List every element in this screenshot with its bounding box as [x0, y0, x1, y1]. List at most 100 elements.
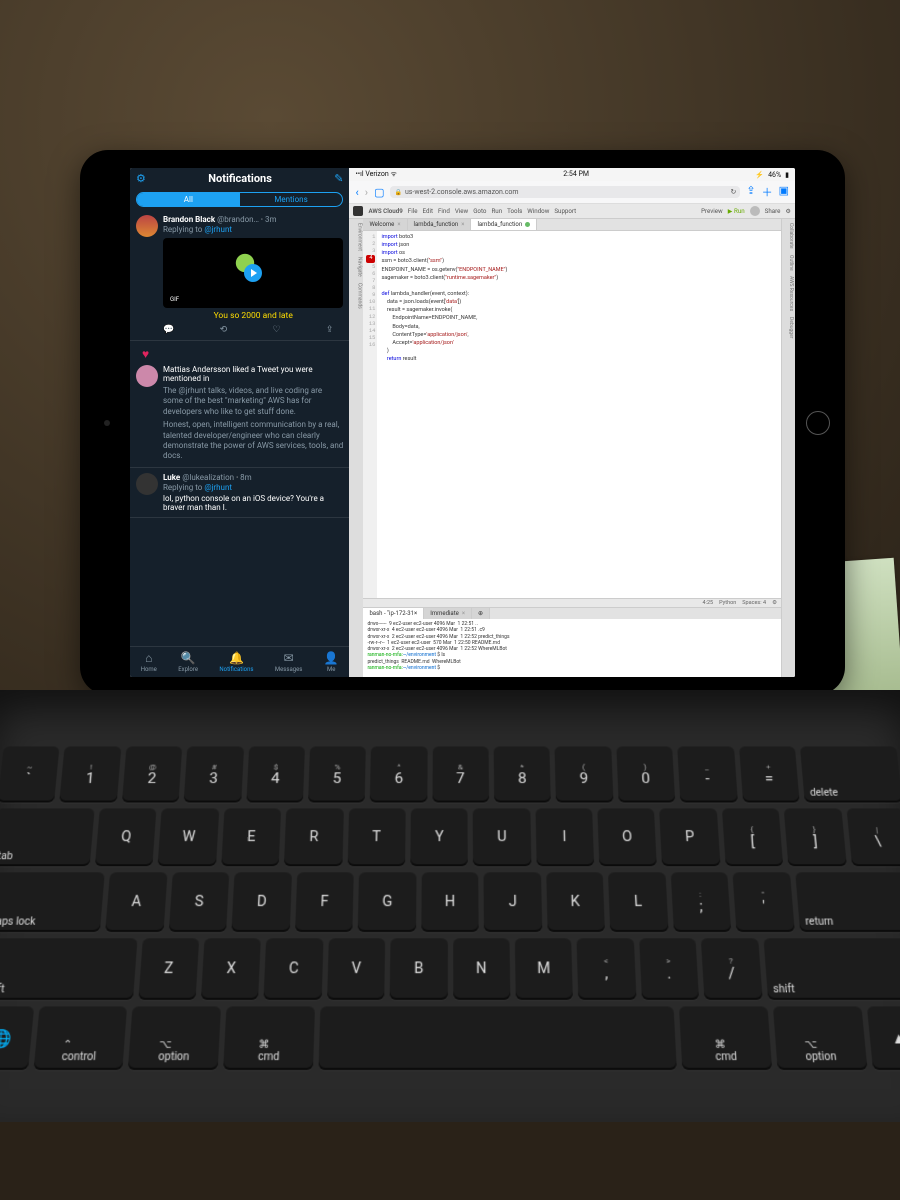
key-f[interactable]: F — [295, 872, 354, 932]
key-y[interactable]: Y — [410, 808, 468, 866]
key-a[interactable]: A — [105, 872, 167, 932]
close-icon[interactable]: × — [461, 221, 464, 228]
settings-icon[interactable]: ⚙ — [772, 600, 777, 606]
tab-mentions[interactable]: Mentions — [240, 193, 343, 206]
cloud9-logo-icon[interactable] — [353, 206, 363, 216]
key-v[interactable]: V — [327, 938, 386, 1000]
key-option-right[interactable]: ⌥option — [773, 1006, 867, 1070]
key-punct[interactable]: >. — [639, 938, 699, 1000]
key-punct[interactable]: :; — [670, 872, 731, 932]
menu-view[interactable]: View — [455, 207, 468, 215]
key-4[interactable]: $4 — [246, 746, 305, 802]
key-punct[interactable]: ?/ — [701, 938, 762, 1000]
url-bar[interactable]: 🔒us-west-2.console.aws.amazon.com↻ — [390, 186, 740, 198]
key-z[interactable]: Z — [138, 938, 199, 1000]
key-delete[interactable]: delete — [800, 746, 900, 802]
key-k[interactable]: K — [546, 872, 605, 932]
key-control[interactable]: ⌃control — [33, 1006, 127, 1070]
preview-button[interactable]: Preview — [701, 207, 723, 215]
key-1[interactable]: !1 — [60, 746, 122, 802]
key--[interactable]: _- — [677, 746, 737, 802]
key-3[interactable]: #3 — [184, 746, 244, 802]
menu-window[interactable]: Window — [527, 207, 549, 215]
avatar[interactable] — [136, 365, 158, 387]
rail-outline[interactable]: Outline — [783, 255, 794, 271]
tabs-button[interactable]: ▣ — [779, 184, 789, 200]
close-icon[interactable]: × — [397, 221, 400, 228]
key-0[interactable]: )0 — [616, 746, 675, 802]
user-avatar[interactable] — [750, 206, 760, 216]
key-arrow-placeholder[interactable]: ▲ — [866, 1006, 900, 1070]
reply-icon[interactable]: 💬 — [163, 325, 174, 335]
tab-lambda-2[interactable]: lambda_function — [471, 219, 537, 230]
key-u[interactable]: U — [473, 808, 531, 866]
avatar[interactable] — [136, 215, 158, 237]
key-=[interactable]: += — [739, 746, 800, 802]
run-button[interactable]: ▶ Run — [728, 207, 745, 215]
author-name[interactable]: Luke — [163, 473, 180, 482]
settings-icon[interactable]: ⚙ — [136, 172, 146, 185]
key-bracket[interactable]: }] — [784, 808, 847, 866]
tab-bash[interactable]: bash - "ip-172-31× — [363, 608, 424, 619]
key-l[interactable]: L — [608, 872, 668, 932]
key-option-left[interactable]: ⌥option — [128, 1006, 221, 1070]
menu-run[interactable]: Run — [491, 207, 502, 215]
nav-me[interactable]: 👤Me — [324, 651, 339, 673]
key-bracket[interactable]: {[ — [722, 808, 784, 866]
tab-lambda-1[interactable]: lambda_function× — [408, 219, 472, 230]
share-button[interactable]: Share — [765, 207, 781, 215]
nav-home[interactable]: ⌂Home — [141, 651, 157, 673]
key-cmd-right[interactable]: ⌘cmd — [679, 1006, 772, 1070]
menu-find[interactable]: Find — [438, 207, 450, 215]
key-`[interactable]: ~` — [0, 746, 60, 802]
terminal[interactable]: drwx------ 9 ec2-user ec2-user 4096 Mar … — [363, 619, 781, 677]
key-9[interactable]: (9 — [555, 746, 613, 802]
key-e[interactable]: E — [221, 808, 281, 866]
key-i[interactable]: I — [535, 808, 594, 866]
gif-attachment[interactable]: GIF — [163, 238, 343, 308]
liker-name[interactable]: Mattias Andersson — [163, 365, 230, 374]
forward-button[interactable]: › — [365, 186, 368, 199]
rail-debugger[interactable]: Debugger — [783, 317, 794, 338]
tab-all[interactable]: All — [137, 193, 240, 206]
settings-icon[interactable]: ⚙ — [785, 207, 791, 215]
twitter-feed[interactable]: Brandon Black @brandon… · 3m Replying to… — [130, 210, 349, 646]
key-shift-right[interactable]: shift — [763, 938, 900, 1000]
reload-icon[interactable]: ↻ — [731, 188, 737, 196]
tab-add[interactable]: ⊕ — [472, 608, 490, 619]
key-5[interactable]: %5 — [308, 746, 366, 802]
close-icon[interactable]: × — [462, 610, 465, 617]
key-punct[interactable]: "' — [733, 872, 795, 932]
key-x[interactable]: X — [201, 938, 261, 1000]
reply-target[interactable]: @jrhunt — [204, 225, 232, 234]
rail-navigate[interactable]: Navigate — [350, 257, 362, 277]
key-shift-left[interactable]: shift — [0, 938, 137, 1000]
compose-icon[interactable]: ✎ — [334, 172, 343, 185]
key-space[interactable] — [318, 1006, 676, 1070]
key-tab[interactable]: tab — [0, 808, 95, 866]
key-return[interactable]: return — [795, 872, 900, 932]
key-h[interactable]: H — [421, 872, 479, 932]
reply-target[interactable]: @jrhunt — [204, 483, 232, 492]
key-punct[interactable]: <, — [577, 938, 636, 1000]
rail-environment[interactable]: Environment — [350, 223, 362, 251]
language-mode[interactable]: Python — [719, 600, 736, 606]
nav-explore[interactable]: 🔍Explore — [178, 651, 198, 673]
key-globe[interactable]: 🌐 — [0, 1006, 34, 1070]
key-capslock[interactable]: caps lock — [0, 872, 105, 932]
indent-setting[interactable]: Spaces: 4 — [742, 600, 766, 606]
home-button[interactable] — [806, 411, 830, 435]
bookmarks-button[interactable]: ▢ — [374, 186, 384, 199]
rail-aws-resources[interactable]: AWS Resources — [783, 276, 794, 311]
code-editor[interactable]: 12345678910111213141516 import boto3 imp… — [363, 231, 781, 598]
key-b[interactable]: B — [390, 938, 448, 1000]
rail-collaborate[interactable]: Collaborate — [783, 223, 794, 249]
key-w[interactable]: W — [158, 808, 219, 866]
code-content[interactable]: import boto3 import json import os ssm =… — [377, 231, 781, 598]
key-cmd-left[interactable]: ⌘cmd — [223, 1006, 315, 1070]
key-8[interactable]: *8 — [494, 746, 552, 802]
menu-file[interactable]: File — [408, 207, 418, 215]
key-t[interactable]: T — [347, 808, 405, 866]
key-j[interactable]: J — [484, 872, 542, 932]
key-7[interactable]: &7 — [432, 746, 489, 802]
